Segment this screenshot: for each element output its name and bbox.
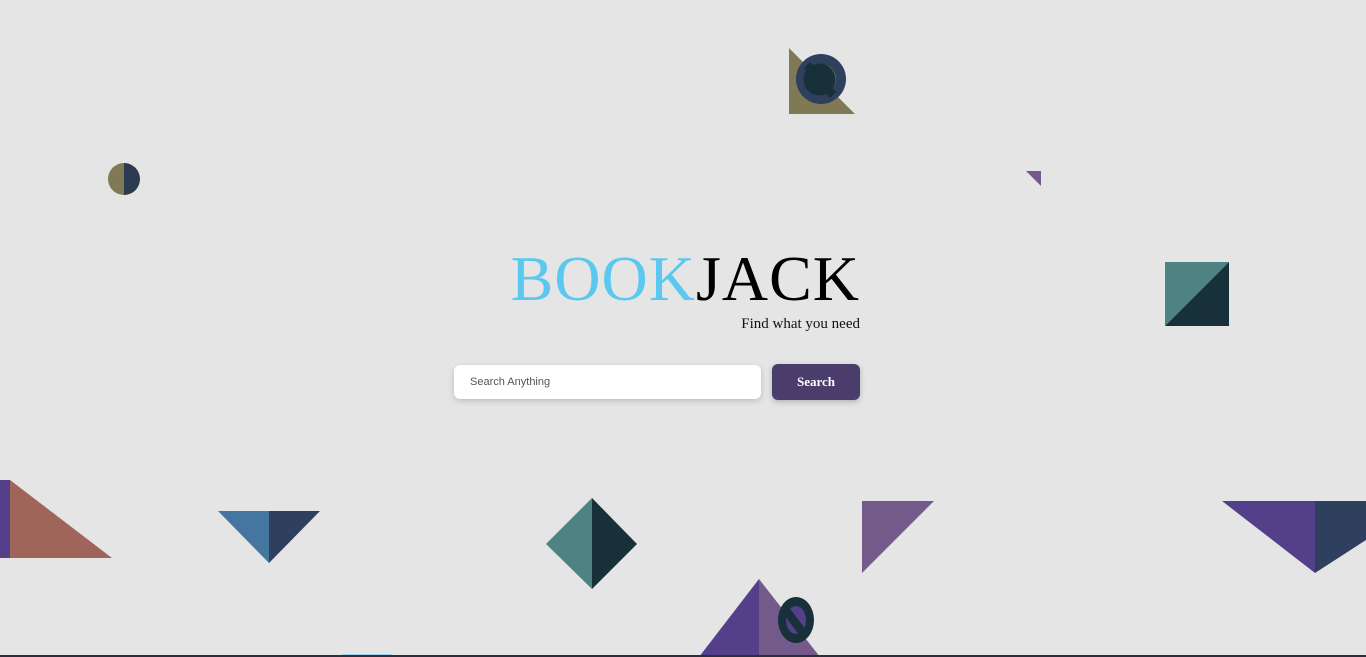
search-button[interactable]: Search	[772, 364, 860, 400]
olive-triangle-ring-shape	[789, 48, 855, 114]
mauve-triangle-shape	[862, 501, 934, 573]
sienna-triangle-shape	[0, 480, 112, 558]
logo-book-text: BOOK	[510, 243, 696, 314]
blue-inverted-triangle-shape	[218, 511, 320, 563]
search-input[interactable]	[454, 365, 761, 399]
teal-diamond-shape	[546, 498, 637, 589]
purple-inverted-triangle-shape	[1222, 501, 1366, 573]
tagline: Find what you need	[741, 316, 860, 332]
logo: BOOKJACK	[453, 240, 860, 318]
purple-triangle-ring-shape	[699, 579, 820, 657]
brand-header: BOOKJACK Find what you need	[453, 240, 860, 333]
half-circle-shape	[108, 163, 140, 195]
logo-jack-text: JACK	[695, 243, 860, 314]
search-form: Search	[454, 364, 860, 400]
teal-split-square-shape	[1165, 262, 1229, 326]
small-purple-triangle-shape	[1026, 171, 1041, 186]
landing-page: BOOKJACK Find what you need Search	[0, 0, 1366, 657]
